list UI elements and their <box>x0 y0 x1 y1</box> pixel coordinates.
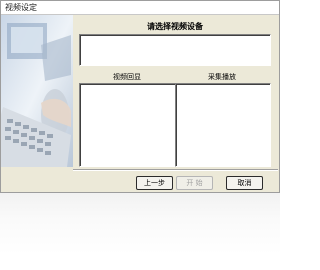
video-device-list[interactable] <box>79 34 271 66</box>
keyboard-illustration-icon <box>1 15 73 167</box>
window-reflection <box>0 193 280 270</box>
button-divider <box>73 169 278 171</box>
start-button[interactable]: 开 始 <box>176 176 213 190</box>
video-preview-pane <box>79 83 176 167</box>
cancel-button[interactable]: 取消 <box>226 176 263 190</box>
title-bar: 视频设定 <box>1 1 279 15</box>
previous-button[interactable]: 上一步 <box>136 176 173 190</box>
preview-label: 视频回显 <box>113 73 141 81</box>
video-settings-dialog: 视频设定 请选择视频设备 视频回显 采集播放 上一步 开 始 取消 <box>0 0 280 193</box>
capture-format-list[interactable] <box>175 83 271 167</box>
select-device-heading: 请选择视频设备 <box>147 22 203 31</box>
capture-format-label: 采集播放 <box>208 73 236 81</box>
window-title: 视频设定 <box>5 3 37 12</box>
wizard-side-image <box>1 15 73 167</box>
